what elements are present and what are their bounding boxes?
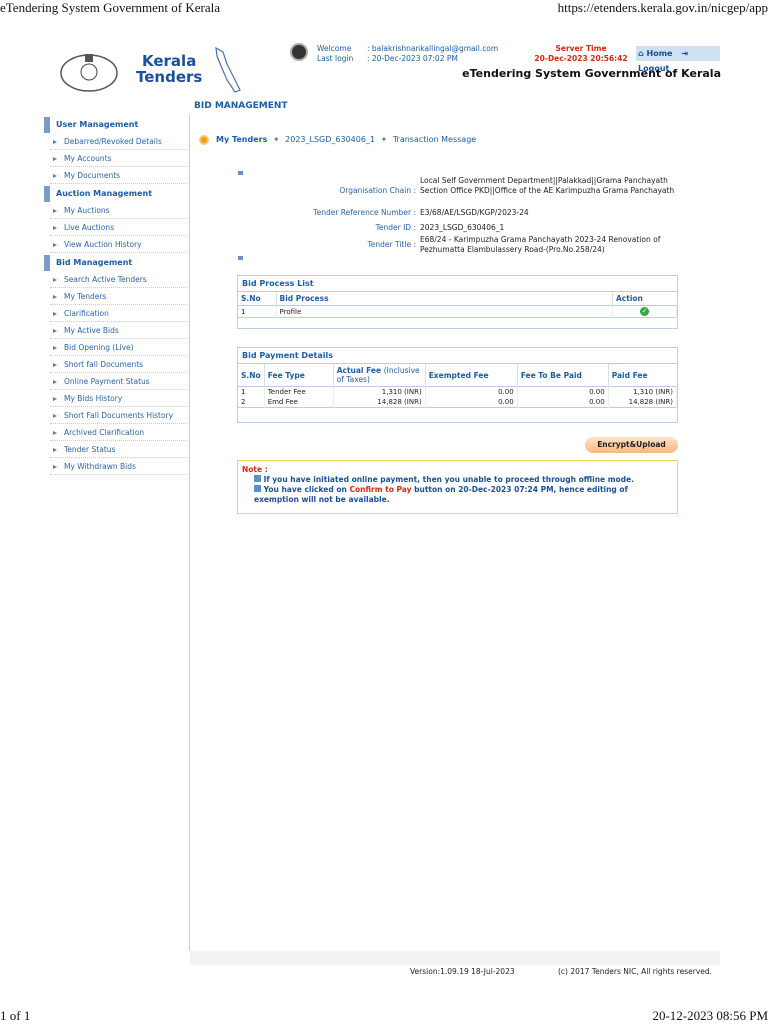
note-line-1: If you have initiated online payment, th…: [263, 475, 634, 484]
sidebar-item[interactable]: Online Payment Status: [50, 373, 188, 390]
print-page: 1 of 1: [0, 1008, 31, 1023]
last-login-label: Last login: [317, 54, 354, 63]
breadcrumb-my-tenders[interactable]: My Tenders: [216, 135, 267, 144]
bid-process-title: Bid Process List: [238, 276, 677, 292]
sidebar-item[interactable]: My Documents: [50, 167, 188, 184]
sidebar-item[interactable]: My Auctions: [50, 202, 188, 219]
section-title: BID MANAGEMENT: [194, 101, 288, 111]
bid-process-list: Bid Process List S.No Bid Process Action 1…: [237, 275, 678, 329]
sidebar-heading: Bid Management: [44, 255, 188, 271]
sidebar-heading: User Management: [44, 117, 188, 133]
col-paid-fee: Paid Fee: [611, 370, 648, 380]
sidebar-item[interactable]: Short fall Documents: [50, 356, 188, 373]
server-time: Server Time 20-Dec-2023 20:56:42: [534, 44, 628, 63]
sidebar-item[interactable]: Clarification: [50, 305, 188, 322]
col-bid-process: Bid Process: [276, 292, 613, 306]
tender-ref-value: E3/68/AE/LSGD/KGP/2023-24: [420, 208, 529, 217]
sidebar-item[interactable]: View Auction History: [50, 236, 188, 253]
check-action-icon[interactable]: ✓: [640, 307, 649, 316]
sidebar-item[interactable]: Short Fall Documents History: [50, 407, 188, 424]
print-url: https://etenders.kerala.gov.in/nicgep/ap…: [557, 0, 768, 15]
col-action: Action: [616, 294, 643, 303]
sidebar-divider: [189, 115, 190, 951]
tender-id-value: 2023_LSGD_630406_1: [420, 223, 505, 232]
welcome-label: Welcome: [317, 44, 352, 53]
sidebar-item[interactable]: My Active Bids: [50, 322, 188, 339]
breadcrumb-icon: [199, 135, 209, 145]
table-row: 1 Tender Fee 1,310 (INR) 0.00 0.00 1,310 (INR…: [238, 386, 678, 397]
footer-bar: [190, 951, 720, 965]
logo-text: Kerala Tenders: [136, 52, 203, 86]
note-line-2: You have clicked on Confirm to Pay butto…: [254, 485, 628, 504]
tender-title-label: Tender Title :: [367, 240, 416, 249]
table-row: 1 Profile ✓: [238, 305, 677, 318]
col-fee-type: Fee Type: [264, 364, 334, 387]
table-row: 2 Emd Fee 14,828 (INR) 0.00 0.00 14,828 (INR): [238, 397, 678, 408]
tender-title-value: E68/24 - Karimpuzha Grama Panchayath 202…: [420, 235, 661, 254]
bullet-icon: [238, 256, 243, 260]
user-avatar-icon: [290, 43, 308, 61]
col-exempted-fee: Exempted Fee: [425, 364, 518, 387]
col-actual-fee: Actual Fee (Inclusive of Taxes): [333, 364, 426, 387]
bullet-icon: [238, 171, 243, 175]
tender-id-label: Tender ID :: [375, 223, 416, 232]
note-title: Note :: [242, 465, 268, 474]
encrypt-upload-button[interactable]: Encrypt&Upload: [585, 437, 678, 453]
sidebar-item[interactable]: Tender Status: [50, 441, 188, 458]
col-sno: S.No: [238, 364, 265, 387]
info-icon: [254, 485, 261, 492]
sidebar-item[interactable]: Bid Opening (Live): [50, 339, 188, 356]
col-fee-to-be-paid: Fee To Be Paid: [517, 364, 609, 387]
sidebar-item[interactable]: Archived Clarification: [50, 424, 188, 441]
sidebar-item[interactable]: My Tenders: [50, 288, 188, 305]
sidebar-item[interactable]: Debarred/Revoked Details: [50, 133, 188, 150]
sidebar-item[interactable]: My Bids History: [50, 390, 188, 407]
info-icon: [254, 475, 261, 482]
payment-title: Bid Payment Details: [238, 348, 677, 364]
breadcrumb-tender-id[interactable]: 2023_LSGD_630406_1: [285, 135, 375, 144]
breadcrumb-current: Transaction Message: [392, 135, 477, 144]
version-text: Version:1.09.19 18-Jul-2023: [410, 967, 515, 976]
print-title: eTendering System Government of Kerala: [0, 0, 221, 15]
kerala-map-icon: [213, 46, 243, 96]
system-title: eTendering System Government of Kerala: [462, 67, 721, 80]
org-chain-label: Organisation Chain :: [339, 186, 416, 195]
copyright-text: (c) 2017 Tenders NIC, All rights reserve…: [558, 967, 713, 976]
org-chain-value: Local Self Government Department||Palakk…: [420, 176, 675, 195]
home-icon: ⌂: [638, 49, 644, 58]
last-login-value: : 20-Dec-2023 07:02 PM: [367, 54, 458, 63]
breadcrumb: My Tenders ✦ 2023_LSGD_630406_1 ✦ Transa…: [216, 135, 477, 144]
sidebar-item[interactable]: Live Auctions: [50, 219, 188, 236]
bid-payment-details: Bid Payment Details S.No Fee Type Actual…: [237, 347, 678, 423]
kerala-emblem-logo: [58, 48, 120, 94]
note-box: Note : If you have initiated online paym…: [237, 460, 678, 514]
sidebar-item[interactable]: My Withdrawn Bids: [50, 458, 188, 475]
sidebar-item[interactable]: My Accounts: [50, 150, 188, 167]
tender-ref-label: Tender Reference Number :: [313, 208, 416, 217]
logout-icon: ⇥: [681, 49, 688, 58]
sidebar-item[interactable]: Search Active Tenders: [50, 271, 188, 288]
home-link[interactable]: ⌂ Home: [638, 49, 672, 58]
col-sno: S.No: [238, 292, 277, 306]
print-datetime: 20-12-2023 08:56 PM: [652, 1008, 768, 1023]
welcome-email: : balakrishnankallingal@gmail.com: [367, 44, 499, 53]
sidebar-heading: Auction Management: [44, 186, 188, 202]
